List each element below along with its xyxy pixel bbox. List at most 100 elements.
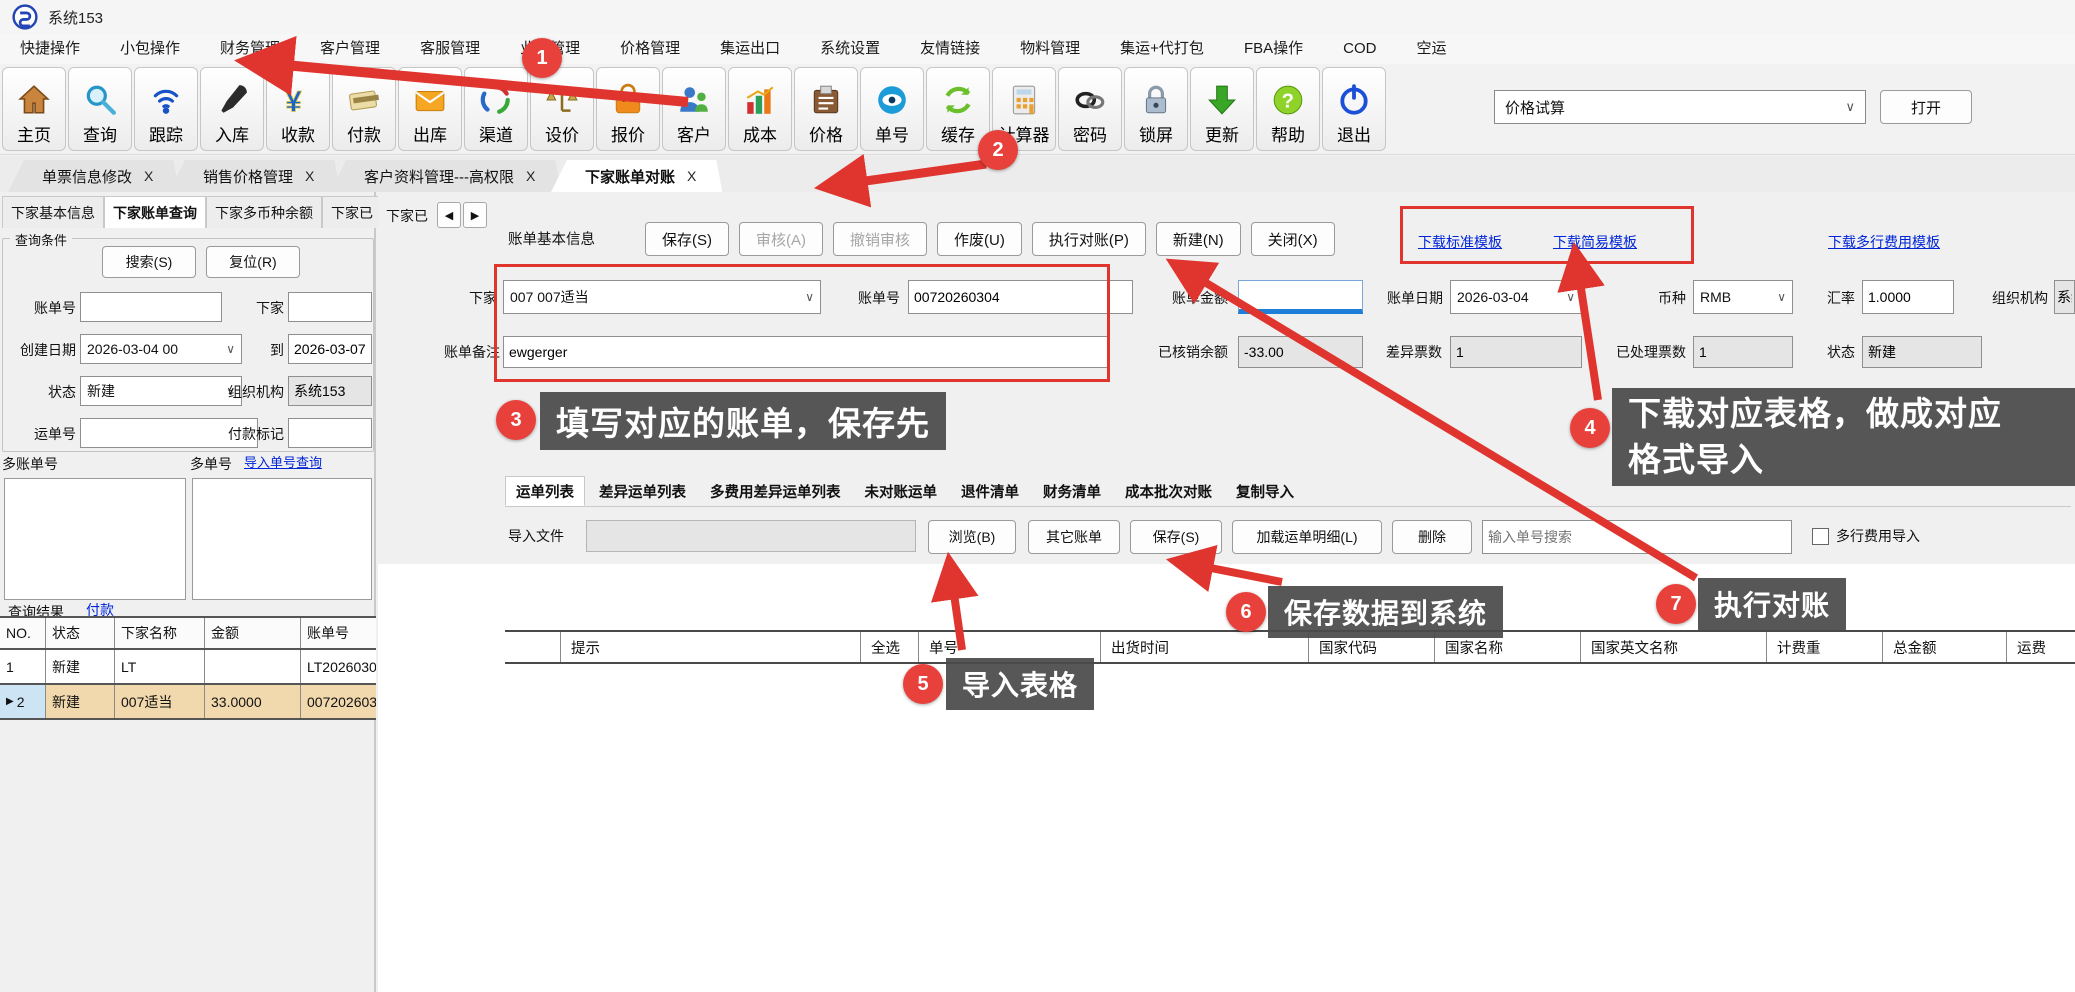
main-table-column-header[interactable]	[505, 632, 561, 662]
tab-scroll-left-button[interactable]: ◀	[437, 202, 461, 228]
toolbar-button[interactable]: 报价	[596, 67, 660, 151]
open-button[interactable]: 打开	[1880, 90, 1972, 124]
menu-item[interactable]: 友情链接	[900, 34, 1000, 64]
load-detail-button[interactable]: 加载运单明细(L)	[1232, 520, 1382, 554]
document-tab[interactable]: 销售价格管理 X	[169, 160, 340, 192]
results-column-header[interactable]: NO.	[0, 618, 46, 648]
toolbar-button[interactable]: 出库	[398, 67, 462, 151]
toolbar-button[interactable]: 渠道	[464, 67, 528, 151]
main-table-column-header[interactable]: 总金额	[1883, 632, 2007, 662]
menu-item[interactable]: 客服管理	[400, 34, 500, 64]
tab-scroll-right-button[interactable]: ▶	[463, 202, 487, 228]
menu-item[interactable]: FBA操作	[1224, 34, 1323, 64]
downline-input[interactable]	[288, 292, 372, 322]
main-table-column-header[interactable]: 计费重	[1767, 632, 1883, 662]
download-multirow-template-link[interactable]: 下载多行费用模板	[1828, 232, 1940, 252]
detail-subtab[interactable]: 退件清单	[951, 476, 1029, 506]
left-panel-tab[interactable]: 下家账单查询	[104, 196, 206, 228]
menu-item[interactable]: 集运+代打包	[1100, 34, 1224, 64]
toolbar-button[interactable]: 入库	[200, 67, 264, 151]
toolbar-button[interactable]: 主页	[2, 67, 66, 151]
form-amount-input[interactable]	[1238, 280, 1363, 314]
toolbar-button[interactable]: 退出	[1322, 67, 1386, 151]
menu-item[interactable]: 系统设置	[800, 34, 900, 64]
browse-button[interactable]: 浏览(B)	[928, 520, 1016, 554]
action-button[interactable]: 关闭(X)	[1251, 222, 1335, 256]
multi-bill-textarea[interactable]	[4, 478, 186, 600]
toolbar-button[interactable]: ? 帮助	[1256, 67, 1320, 151]
toolbar-button[interactable]: 付款	[332, 67, 396, 151]
waybill-search-input[interactable]	[1482, 520, 1792, 554]
menu-item[interactable]: 客户管理	[300, 34, 400, 64]
action-button[interactable]: 新建(N)	[1156, 222, 1241, 256]
detail-subtab[interactable]: 财务清单	[1033, 476, 1111, 506]
toolbar-button[interactable]: 成本	[728, 67, 792, 151]
menu-item[interactable]: 空运	[1396, 34, 1466, 64]
results-column-header[interactable]: 金额	[205, 618, 301, 648]
detail-subtab[interactable]: 未对账运单	[855, 476, 948, 506]
close-icon[interactable]: X	[526, 168, 535, 184]
pay-mark-input[interactable]	[288, 418, 372, 448]
import-no-query-link[interactable]: 导入单号查询	[244, 452, 322, 471]
menu-item[interactable]: 财务管理	[200, 34, 300, 64]
form-downline-select[interactable]: 007 007适当 ∨	[503, 280, 821, 314]
toolbar-button[interactable]: 单号	[860, 67, 924, 151]
other-bill-button[interactable]: 其它账单	[1028, 520, 1120, 554]
multi-fee-checkbox[interactable]	[1812, 528, 1829, 545]
menu-item[interactable]: 价格管理	[600, 34, 700, 64]
toolbar-button[interactable]: 密码	[1058, 67, 1122, 151]
reset-button[interactable]: 复位(R)	[206, 246, 300, 278]
toolbar-button[interactable]: 价格	[794, 67, 858, 151]
action-button[interactable]: 保存(S)	[645, 222, 729, 256]
detail-subtab[interactable]: 差异运单列表	[589, 476, 696, 506]
form-date-select[interactable]: 2026-03-04 ∨	[1450, 280, 1582, 314]
close-icon[interactable]: X	[687, 168, 696, 184]
detail-subtab[interactable]: 多费用差异运单列表	[700, 476, 851, 506]
detail-subtab[interactable]: 复制导入	[1226, 476, 1304, 506]
menu-item[interactable]: 小包操作	[100, 34, 200, 64]
document-tab[interactable]: 客户资料管理---高权限 X	[330, 160, 561, 192]
menu-item[interactable]: 快捷操作	[0, 34, 100, 64]
detail-subtab[interactable]: 成本批次对账	[1115, 476, 1222, 506]
form-currency-select[interactable]: RMB ∨	[1693, 280, 1793, 314]
quick-function-select[interactable]: 价格试算 ∨	[1494, 90, 1866, 124]
detail-subtab[interactable]: 运单列表	[505, 476, 585, 506]
main-table-column-header[interactable]: 运费	[2007, 632, 2075, 662]
main-table-column-header[interactable]: 提示	[561, 632, 861, 662]
form-rate-input[interactable]	[1862, 280, 1954, 314]
to-date-input[interactable]	[288, 334, 372, 364]
toolbar-button[interactable]: ¥ 收款	[266, 67, 330, 151]
action-button[interactable]: 审核(A)	[739, 222, 823, 256]
left-panel-tab[interactable]: 下家基本信息	[2, 196, 104, 228]
main-table-column-header[interactable]: 全选	[861, 632, 919, 662]
bill-no-input[interactable]	[80, 292, 222, 322]
results-column-header[interactable]: 账单号	[301, 618, 376, 648]
left-panel-tab[interactable]: 下家已	[322, 196, 382, 228]
menu-item[interactable]: 物料管理	[1000, 34, 1100, 64]
document-tab[interactable]: 单票信息修改 X	[8, 160, 179, 192]
close-icon[interactable]: X	[305, 168, 314, 184]
main-table-column-header[interactable]: 国家英文名称	[1581, 632, 1767, 662]
multi-no-textarea[interactable]	[192, 478, 372, 600]
save-button[interactable]: 保存(S)	[1130, 520, 1222, 554]
create-date-select[interactable]: 2026-03-04 00 ∨	[80, 334, 242, 364]
menu-item[interactable]: COD	[1323, 34, 1396, 64]
delete-button[interactable]: 删除	[1392, 520, 1472, 554]
toolbar-button[interactable]: 跟踪	[134, 67, 198, 151]
form-bill-no-input[interactable]	[908, 280, 1133, 314]
form-remark-input[interactable]	[503, 336, 1108, 368]
toolbar-button[interactable]: 设价	[530, 67, 594, 151]
toolbar-button[interactable]: 查询	[68, 67, 132, 151]
download-simple-template-link[interactable]: 下载简易模板	[1553, 232, 1637, 252]
document-tab[interactable]: 下家账单对账 X	[551, 160, 722, 192]
search-button[interactable]: 搜索(S)	[102, 246, 196, 278]
close-icon[interactable]: X	[144, 168, 153, 184]
toolbar-button[interactable]: 更新	[1190, 67, 1254, 151]
action-button[interactable]: 执行对账(P)	[1032, 222, 1146, 256]
toolbar-button[interactable]: 客户	[662, 67, 726, 151]
action-button[interactable]: 作废(U)	[937, 222, 1022, 256]
action-button[interactable]: 撤销审核	[833, 222, 927, 256]
left-panel-tab[interactable]: 下家多币种余额	[206, 196, 322, 228]
table-row[interactable]: 1 新建 LT LT2026030	[0, 650, 376, 685]
results-column-header[interactable]: 状态	[46, 618, 115, 648]
